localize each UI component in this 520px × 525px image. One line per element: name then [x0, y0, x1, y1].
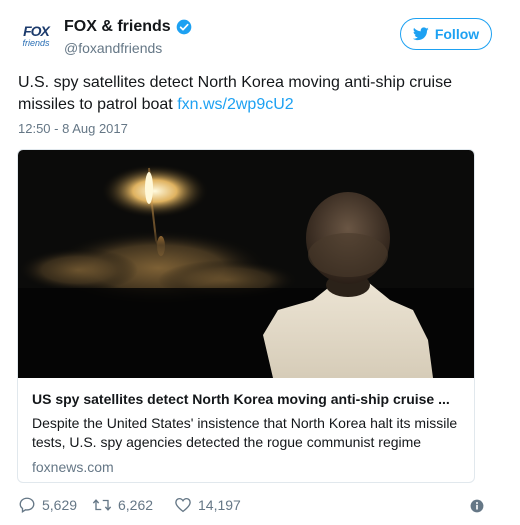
retweet-button[interactable]: 6,262 — [92, 496, 153, 514]
reply-count: 5,629 — [42, 497, 78, 513]
card-body: US spy satellites detect North Korea mov… — [18, 378, 474, 482]
verified-badge-icon — [176, 19, 192, 35]
bird-icon — [412, 27, 429, 41]
retweet-icon — [92, 499, 112, 511]
info-icon[interactable] — [470, 499, 484, 513]
tweet-link[interactable]: fxn.ws/2wp9cU2 — [177, 96, 294, 113]
tweet-text: U.S. spy satellites detect North Korea m… — [18, 72, 488, 116]
link-card[interactable]: US spy satellites detect North Korea mov… — [17, 149, 475, 483]
like-count: 14,197 — [198, 497, 241, 513]
retweet-count: 6,262 — [118, 497, 154, 513]
display-name[interactable]: FOX & friends — [64, 18, 171, 36]
reply-icon — [19, 497, 35, 513]
avatar-logo-text: FOX — [23, 23, 50, 39]
action-bar: 5,629 6,262 14,197 — [18, 496, 488, 518]
reply-button[interactable]: 5,629 — [18, 496, 77, 514]
follow-label: Follow — [434, 26, 480, 42]
tweet-header: FOX friends FOX & friends @foxandfriends… — [18, 14, 492, 62]
avatar-logo-subtext: friends — [22, 38, 50, 48]
card-description: Despite the United States' insistence th… — [32, 415, 458, 450]
follow-button[interactable]: Follow — [400, 18, 492, 50]
card-domain: foxnews.com — [32, 459, 114, 475]
like-button[interactable]: 14,197 — [174, 496, 241, 514]
timestamp[interactable]: 12:50 - 8 Aug 2017 — [18, 121, 128, 136]
name-row: FOX & friends — [64, 18, 192, 36]
handle[interactable]: @foxandfriends — [64, 40, 162, 56]
avatar[interactable]: FOX friends — [18, 16, 54, 56]
card-title: US spy satellites detect North Korea mov… — [32, 391, 450, 407]
card-image[interactable] — [18, 150, 474, 378]
tweet: FOX friends FOX & friends @foxandfriends… — [0, 0, 520, 525]
heart-icon — [175, 497, 191, 513]
